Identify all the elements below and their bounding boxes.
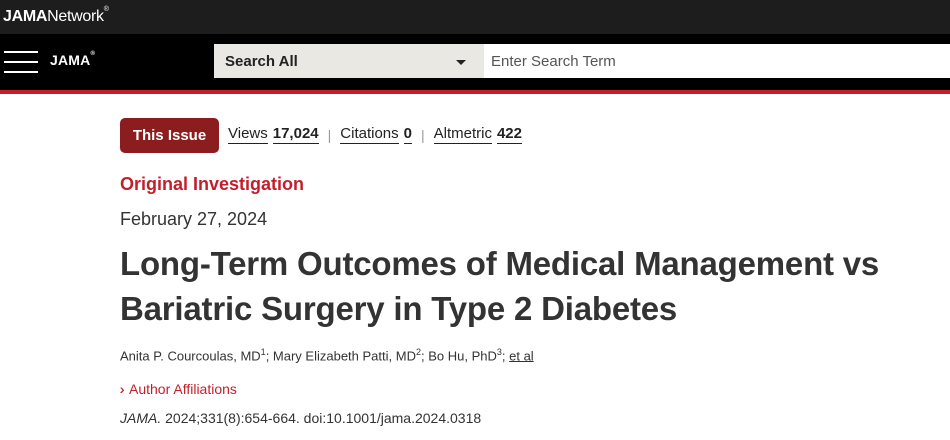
menu-button[interactable]: JAMA® bbox=[0, 34, 118, 90]
journal-navbar: JAMA® Search All bbox=[0, 34, 950, 90]
publication-date: February 27, 2024 bbox=[120, 209, 268, 229]
jama-network-logo[interactable]: JAMANetwork® bbox=[3, 6, 109, 26]
author-list: Anita P. Courcoulas, MD1; Mary Elizabeth… bbox=[120, 347, 534, 364]
author-affiliations-label: Author Affiliations bbox=[129, 381, 237, 397]
affiliation-number: 1 bbox=[260, 347, 266, 357]
author-name[interactable]: Mary Elizabeth Patti, MD bbox=[273, 348, 416, 363]
article-type: Original Investigation bbox=[120, 174, 305, 194]
red-divider bbox=[0, 90, 950, 94]
metric-separator: | bbox=[420, 126, 425, 143]
search-scope-label: Search All bbox=[225, 52, 298, 70]
article-citation: JAMA. 2024;331(8):654-664. doi:10.1001/j… bbox=[120, 410, 481, 426]
network-logo-bold: JAMA bbox=[3, 8, 48, 25]
network-logo-light: Network bbox=[47, 8, 104, 25]
search-scope-dropdown[interactable]: Search All bbox=[214, 44, 484, 78]
jama-logo-text: JAMA bbox=[50, 52, 91, 68]
title-line-1: Long-Term Outcomes of Medical Management… bbox=[120, 245, 880, 282]
altmetric-label: Altmetric bbox=[433, 125, 492, 144]
article-title: Long-Term Outcomes of Medical Management… bbox=[120, 241, 920, 331]
altmetric-metric[interactable]: Altmetric 422 bbox=[433, 125, 522, 144]
network-header: JAMANetwork® bbox=[0, 0, 950, 34]
author-name[interactable]: Bo Hu, PhD bbox=[428, 348, 497, 363]
this-issue-button[interactable]: This Issue bbox=[120, 118, 219, 153]
network-logo-mark: ® bbox=[103, 6, 109, 13]
title-line-2: Bariatric Surgery in Type 2 Diabetes bbox=[120, 290, 678, 327]
article-metrics: Views 17,024 | Citations 0 | Altmetric 4… bbox=[228, 125, 522, 144]
citations-label: Citations bbox=[340, 125, 399, 144]
altmetric-value: 422 bbox=[496, 125, 522, 144]
jama-logo-mark: ® bbox=[90, 51, 96, 57]
citation-details: 2024;331(8):654-664. doi:10.1001/jama.20… bbox=[161, 410, 482, 426]
citations-metric[interactable]: Citations 0 bbox=[340, 125, 412, 144]
author-name[interactable]: Anita P. Courcoulas, MD bbox=[120, 348, 261, 363]
author-affiliations-toggle[interactable]: ›› Author Affiliations bbox=[120, 381, 237, 397]
jama-logo[interactable]: JAMA® bbox=[50, 51, 96, 68]
search-input[interactable] bbox=[484, 44, 950, 78]
caret-down-icon bbox=[456, 60, 466, 65]
hamburger-menu-icon bbox=[4, 51, 38, 73]
metric-separator: | bbox=[327, 126, 332, 143]
views-label: Views bbox=[228, 125, 268, 144]
affiliation-number: 3 bbox=[496, 347, 502, 357]
et-al-link[interactable]: et al bbox=[509, 348, 534, 363]
views-value: 17,024 bbox=[272, 125, 319, 144]
affiliation-number: 2 bbox=[415, 347, 421, 357]
double-chevron-right-icon: ›› bbox=[120, 381, 126, 397]
citation-journal: JAMA. bbox=[120, 410, 162, 426]
views-metric[interactable]: Views 17,024 bbox=[228, 125, 319, 144]
citations-value: 0 bbox=[403, 125, 412, 144]
